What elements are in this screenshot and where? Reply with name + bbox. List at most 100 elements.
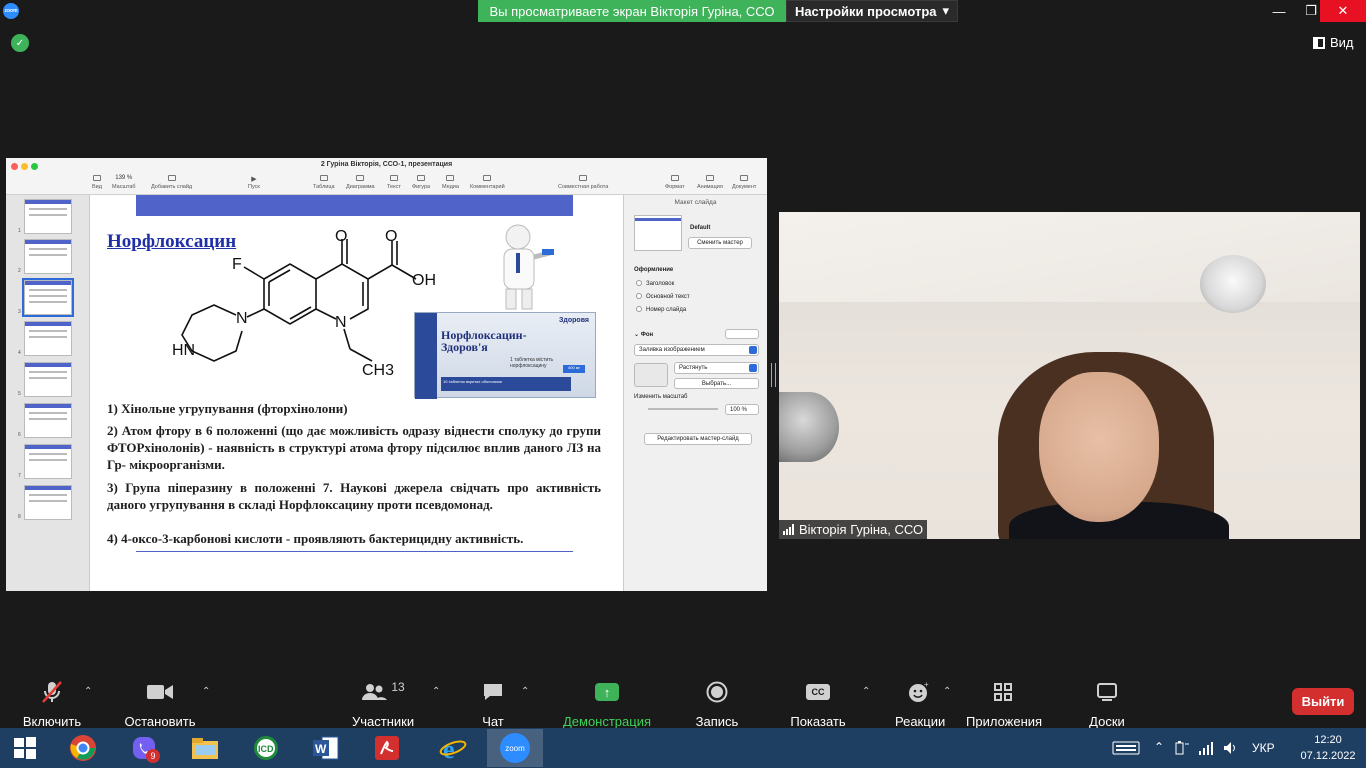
taskbar-word[interactable]: W [298,729,354,767]
comment-icon [483,175,492,181]
chem-n-quinoline: N [335,314,347,331]
stretch-select[interactable]: Растянуть [674,362,759,374]
tool-chart[interactable]: Диаграмма [346,175,375,190]
slide-footer-line [136,551,573,552]
word-icon: W [313,736,339,760]
box-bottom: 10 таблеток вкритих оболонкою [441,377,571,391]
security-shield-icon[interactable]: ✓ [11,34,29,52]
option-title[interactable]: Заголовок [636,280,674,287]
taskbar-zoom[interactable]: zoom [487,729,543,767]
tool-table[interactable]: Таблица [313,175,335,190]
zoom-app-icon: zoom [500,733,530,763]
chevron-up-icon[interactable]: ⌃ [84,686,92,697]
format-panel: Макет слайда Default Сменить мастер Офор… [623,195,767,591]
view-options-button[interactable]: Настройки просмотра ▾ [786,0,958,22]
slide-thumb[interactable] [24,321,72,356]
slide-canvas[interactable]: Норфлоксацин O O OH F N N HN CH3 Здоровя… [90,195,623,591]
zoom-logo-icon[interactable]: zoom [3,3,19,19]
share-banner: Вы просматриваете экран Вікторія Гуріна,… [478,0,786,22]
participant-video[interactable]: Вікторія Гуріна, ССО [779,212,1360,539]
reactions-button[interactable]: + Реакции ⌃ [895,680,951,729]
close-button[interactable]: ✕ [1320,0,1366,22]
volume-icon[interactable] [1222,740,1238,759]
slide-thumb[interactable] [24,199,72,234]
taskbar-acrobat[interactable] [359,729,415,767]
tool-text[interactable]: Текст [387,175,401,190]
tool-format[interactable]: Формат [665,175,685,190]
tool-zoom[interactable]: 139 % Масштаб [112,175,136,190]
slide-thumb[interactable] [24,362,72,397]
keyboard-icon[interactable] [1112,740,1140,759]
medicine-box-image: Здоровя Норфлоксацин- Здоров'я 1 таблетка… [414,312,596,399]
scale-slider[interactable] [648,408,718,410]
taskbar-viber[interactable]: 9 [116,729,172,767]
slide-thumb[interactable] [24,444,72,479]
taskbar-explorer[interactable] [177,729,233,767]
format-brush-icon [670,175,679,181]
person-face-image [1039,372,1159,522]
slide-thumb[interactable] [24,485,72,520]
apps-button[interactable]: Приложения [966,680,1042,729]
taskbar-icd[interactable]: ICD [238,729,294,767]
choose-image-button[interactable]: Выбрать... [674,378,759,389]
chat-button[interactable]: Чат ⌃ [478,680,529,729]
animate-icon [705,175,714,181]
chem-ch3: CH3 [362,362,394,379]
participant-count: 13 [391,680,405,694]
box-name: Норфлоксацин- Здоров'я [441,328,527,354]
tool-media[interactable]: Медиа [442,175,459,190]
chevron-up-icon[interactable]: ⌃ [862,686,870,697]
tool-animate[interactable]: Анимация [697,175,723,190]
system-clock[interactable]: 12:20 07.12.2022 [1294,732,1362,764]
splitter-handle[interactable] [771,363,776,387]
keynote-toolbar: 2 Гуріна Вікторія, ССО-1, презентация Ви… [6,158,767,195]
tool-collaborate[interactable]: Совместная работа [558,175,608,190]
leave-meeting-button[interactable]: Выйти [1292,688,1354,715]
windows-logo-icon [14,737,36,759]
slide-point-1: 1) Хінольне угрупування (фторхінолони) [107,401,348,416]
tool-add-slide[interactable]: Добавить слайд [151,175,192,190]
start-button[interactable] [0,729,50,767]
input-language[interactable]: УКР [1252,741,1275,755]
thumb-number: 4 [18,350,21,356]
chem-o1: O [335,229,347,245]
thumb-number: 6 [18,432,21,438]
whiteboard-icon [1055,680,1159,704]
appearance-label: Оформление [634,267,674,273]
chevron-up-tray-icon[interactable]: ⌃ [1154,740,1164,754]
network-signal-icon[interactable] [1198,740,1214,759]
slide-thumb-selected[interactable] [22,278,74,317]
bg-fill-select[interactable]: Заливка изображением [634,344,759,356]
option-slide-number[interactable]: Номер слайда [636,306,686,313]
taskbar-ie[interactable]: e [425,729,481,767]
scale-label: Изменить масштаб [634,394,688,400]
icd-icon: ICD [254,736,278,760]
slide-thumb[interactable] [24,239,72,274]
slide-point-3: 3) Група піперазину в положенні 7. Науко… [107,480,601,512]
shared-screen: 2 Гуріна Вікторія, ССО-1, презентация Ви… [6,158,767,591]
chevron-up-icon[interactable]: ⌃ [202,686,210,697]
edit-master-button[interactable]: Редактировать мастер-слайд [644,433,752,445]
record-button[interactable]: Запись [695,680,739,729]
chevron-up-icon[interactable]: ⌃ [432,686,440,697]
doctor-figure-image [503,224,554,310]
zoom-value: 139 % [115,175,133,181]
option-body[interactable]: Основной текст [636,293,690,300]
tool-view[interactable]: Вид [92,175,102,190]
chevron-up-icon[interactable]: ⌃ [521,686,529,697]
bg-color-well[interactable] [725,329,759,339]
taskbar-chrome[interactable] [55,729,111,767]
tool-shape[interactable]: Фигура [412,175,430,190]
slide-thumb[interactable] [24,403,72,438]
participants-button[interactable]: 13 Участники ⌃ [352,680,440,729]
bg-image-well[interactable] [634,363,668,387]
view-button[interactable]: Вид [1313,35,1354,50]
tool-comment[interactable]: Комментарий [470,175,505,190]
scale-value-field[interactable]: 100 % [725,404,759,415]
thumb-number: 8 [18,514,21,520]
change-master-button[interactable]: Сменить мастер [688,237,752,249]
tool-document[interactable]: Документ [732,175,756,190]
battery-icon[interactable] [1174,740,1190,759]
tool-play[interactable]: ▶ Пуск [248,175,260,190]
chevron-up-icon[interactable]: ⌃ [943,686,951,697]
